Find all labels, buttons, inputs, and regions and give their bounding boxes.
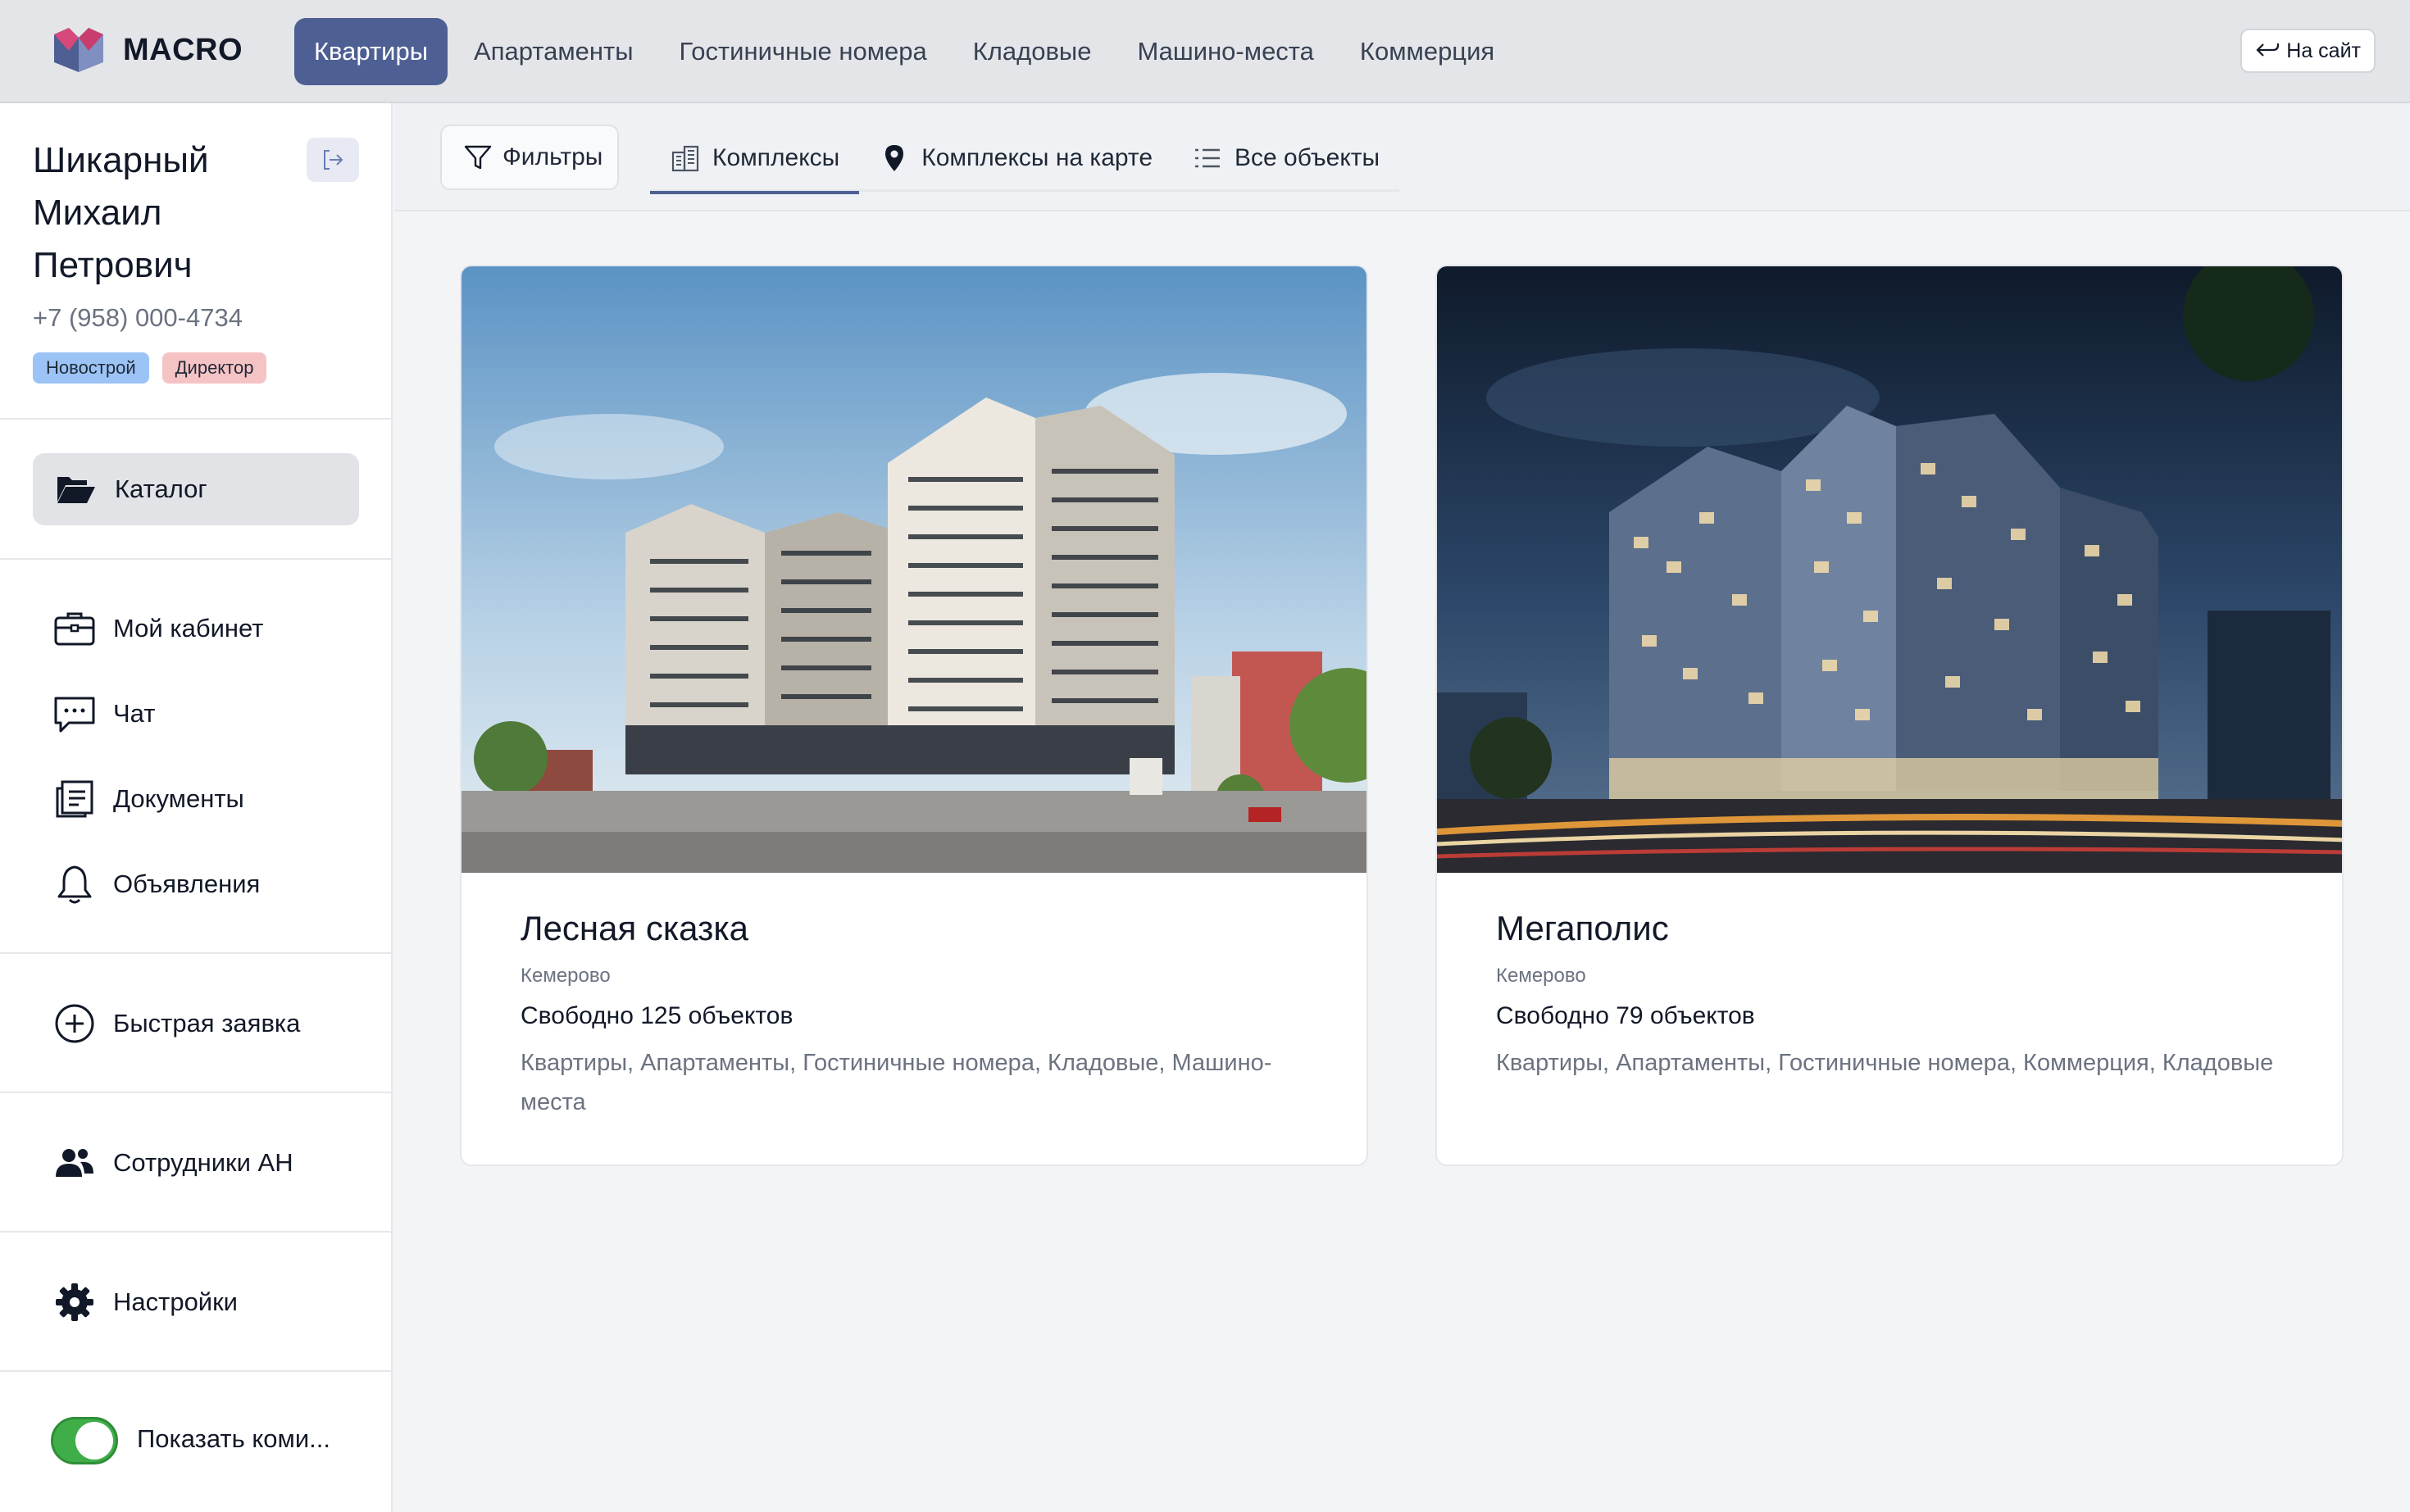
to-site-label: На сайт bbox=[2286, 39, 2361, 62]
gear-icon bbox=[56, 1283, 93, 1321]
tab-label: Все объекты bbox=[1235, 144, 1380, 171]
role-badge: Новострой bbox=[33, 352, 149, 384]
sidebar-item-documents[interactable]: Документы bbox=[33, 763, 359, 835]
nav-parking[interactable]: Машино-места bbox=[1117, 18, 1333, 85]
complex-city: Кемерово bbox=[521, 965, 611, 987]
divider bbox=[0, 558, 393, 560]
sidebar-item-quick-request[interactable]: Быстрая заявка bbox=[33, 988, 359, 1060]
macro-logo-icon bbox=[54, 28, 103, 72]
tab-label: Комплексы bbox=[712, 144, 840, 171]
show-commission-toggle[interactable] bbox=[51, 1417, 118, 1464]
sidebar-item-settings[interactable]: Настройки bbox=[33, 1266, 359, 1338]
category-nav: Квартиры Апартаменты Гостиничные номера … bbox=[294, 18, 1521, 85]
brand-name: MACRO bbox=[123, 32, 243, 67]
sidebar-item-chat[interactable]: Чат bbox=[33, 678, 359, 750]
sidebar-item-label: Объявления bbox=[113, 870, 261, 898]
top-bar: MACRO Квартиры Апартаменты Гостиничные н… bbox=[0, 0, 2410, 103]
sidebar-item-staff[interactable]: Сотрудники АН bbox=[33, 1127, 359, 1199]
nav-hotel-rooms[interactable]: Гостиничные номера bbox=[660, 18, 947, 85]
complex-object-types: Квартиры, Апартаменты, Гостиничные номер… bbox=[1496, 1050, 2274, 1076]
user-phone: +7 (958) 000-4734 bbox=[33, 303, 243, 332]
filter-icon bbox=[464, 145, 492, 170]
complex-photo bbox=[1437, 266, 2342, 873]
divider bbox=[0, 418, 393, 420]
sidebar-item-label: Каталог bbox=[115, 474, 207, 503]
sidebar-item-label: Сотрудники АН bbox=[113, 1148, 293, 1177]
nav-apartments[interactable]: Квартиры bbox=[294, 18, 448, 85]
complex-card[interactable]: Лесная сказка Кемерово Свободно 125 объе… bbox=[460, 265, 1368, 1166]
view-tabs: Комплексы Комплексы на карте Все объекты bbox=[650, 125, 1400, 194]
folder-open-icon bbox=[57, 477, 95, 503]
nav-commercial[interactable]: Коммерция bbox=[1340, 18, 1514, 85]
tab-complexes[interactable]: Комплексы bbox=[650, 125, 860, 194]
logo[interactable]: MACRO bbox=[51, 26, 243, 74]
divider bbox=[0, 1370, 393, 1372]
show-commission-label: Показать коми... bbox=[137, 1424, 331, 1453]
divider bbox=[0, 1231, 393, 1233]
complex-card[interactable]: Мегаполис Кемерово Свободно 79 объектов … bbox=[1435, 265, 2344, 1166]
list-icon bbox=[1195, 148, 1220, 168]
filters-label: Фильтры bbox=[502, 143, 603, 170]
tab-all-objects[interactable]: Все объекты bbox=[1172, 125, 1399, 192]
toggle-knob bbox=[75, 1422, 113, 1460]
to-site-button[interactable]: На сайт bbox=[2240, 29, 2376, 73]
complex-photo bbox=[462, 266, 1366, 873]
view-bar: Фильтры Комплексы Комплексы на карте Все… bbox=[394, 103, 2410, 211]
position-badge: Директор bbox=[161, 352, 267, 384]
logout-icon bbox=[324, 150, 343, 170]
documents-icon bbox=[56, 780, 93, 818]
sidebar-item-label: Документы bbox=[113, 784, 244, 813]
return-arrow-icon bbox=[2256, 43, 2280, 57]
plus-circle-icon bbox=[55, 1004, 94, 1043]
tab-label: Комплексы на карте bbox=[921, 144, 1153, 171]
complex-city: Кемерово bbox=[1496, 965, 1586, 987]
filters-button[interactable]: Фильтры bbox=[440, 125, 619, 190]
user-badges: Новострой Директор bbox=[33, 352, 280, 384]
sidebar-item-label: Настройки bbox=[113, 1287, 239, 1316]
logout-button[interactable] bbox=[307, 138, 359, 182]
divider bbox=[0, 952, 393, 954]
sidebar-item-announcements[interactable]: Объявления bbox=[33, 848, 359, 920]
sidebar-item-label: Чат bbox=[113, 699, 156, 728]
users-icon bbox=[56, 1149, 93, 1177]
bell-icon bbox=[57, 865, 92, 904]
buildings-icon bbox=[671, 145, 699, 172]
complex-title: Мегаполис bbox=[1496, 909, 1669, 947]
chat-icon bbox=[54, 697, 95, 733]
complex-object-types: Квартиры, Апартаменты, Гостиничные номер… bbox=[521, 1050, 1272, 1115]
briefcase-icon bbox=[54, 612, 95, 646]
sidebar-item-cabinet[interactable]: Мой кабинет bbox=[33, 593, 359, 665]
divider bbox=[0, 1092, 393, 1093]
tab-complexes-map[interactable]: Комплексы на карте bbox=[859, 125, 1172, 192]
sidebar-item-catalog[interactable]: Каталог bbox=[33, 453, 359, 525]
complex-availability: Свободно 79 объектов bbox=[1496, 1002, 1755, 1029]
user-name: Шикарный Михаил Петрович bbox=[33, 140, 209, 285]
complex-availability: Свободно 125 объектов bbox=[521, 1002, 793, 1029]
complex-title: Лесная сказка bbox=[521, 909, 748, 947]
map-pin-icon bbox=[885, 145, 904, 171]
sidebar: Шикарный Михаил Петрович +7 (958) 000-47… bbox=[0, 103, 393, 1512]
nav-aparthotels[interactable]: Апартаменты bbox=[454, 18, 653, 85]
sidebar-item-label: Быстрая заявка bbox=[113, 1009, 301, 1038]
sidebar-item-label: Мой кабинет bbox=[113, 614, 264, 642]
nav-storage[interactable]: Кладовые bbox=[953, 18, 1112, 85]
